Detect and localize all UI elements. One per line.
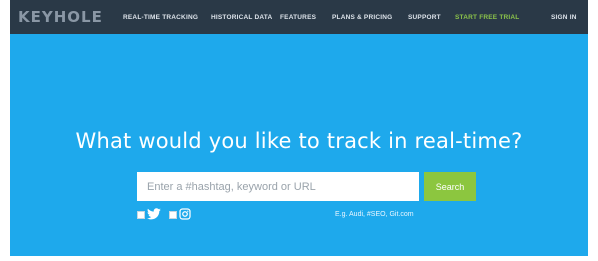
twitter-checkbox[interactable] bbox=[137, 211, 145, 219]
search-button[interactable]: Search bbox=[424, 172, 476, 201]
nav-real-time-tracking[interactable]: REAL-TIME TRACKING bbox=[123, 14, 198, 21]
hero-headline: What would you like to track in real-tim… bbox=[75, 129, 523, 153]
instagram-checkbox[interactable] bbox=[169, 211, 177, 219]
instagram-icon bbox=[179, 208, 191, 220]
search-example-hint: E.g. Audi, #SEO, Git.com bbox=[335, 211, 414, 218]
top-navigation: KEYHOLE REAL-TIME TRACKING HISTORICAL DA… bbox=[10, 0, 588, 34]
nav-support[interactable]: SUPPORT bbox=[408, 14, 441, 21]
page-frame: KEYHOLE REAL-TIME TRACKING HISTORICAL DA… bbox=[10, 0, 588, 256]
keyhole-logo[interactable]: KEYHOLE bbox=[18, 8, 103, 26]
nav-plans-pricing[interactable]: PLANS & PRICING bbox=[332, 14, 392, 21]
nav-features[interactable]: FEATURES bbox=[280, 14, 316, 21]
search-input[interactable] bbox=[137, 172, 419, 201]
twitter-icon bbox=[147, 208, 161, 220]
nav-historical-data[interactable]: HISTORICAL DATA bbox=[211, 14, 272, 21]
nav-start-free-trial[interactable]: START FREE TRIAL bbox=[455, 14, 519, 21]
nav-sign-in[interactable]: SIGN IN bbox=[551, 14, 577, 21]
